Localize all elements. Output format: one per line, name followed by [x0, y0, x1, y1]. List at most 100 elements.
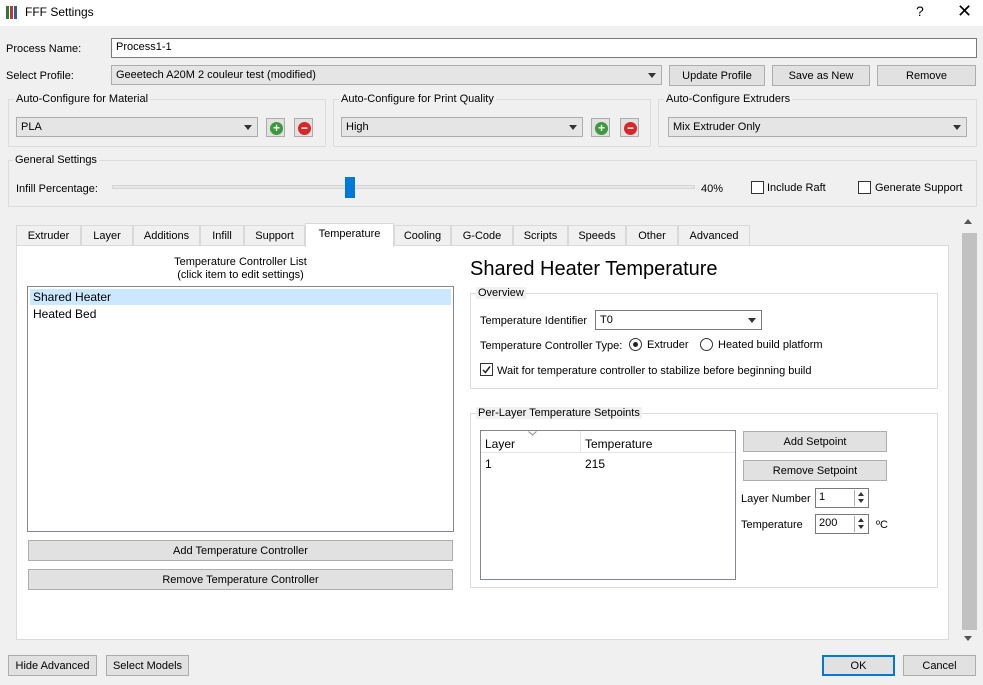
list-item[interactable]: Shared Heater: [30, 289, 451, 305]
setpoints-title: Per-Layer Temperature Setpoints: [476, 407, 642, 419]
minus-icon: −: [624, 122, 637, 135]
temperature-identifier-dropdown[interactable]: T0: [595, 310, 762, 330]
extruder-radio[interactable]: [629, 338, 642, 351]
remove-material-button[interactable]: −: [294, 118, 313, 137]
tab-layer[interactable]: Layer: [81, 225, 133, 246]
quality-value: High: [346, 121, 369, 133]
save-as-new-button[interactable]: Save as New: [772, 65, 870, 86]
remove-quality-button[interactable]: −: [620, 118, 639, 137]
scroll-down-icon[interactable]: [964, 636, 972, 641]
layer-number-label: Layer Number: [741, 493, 811, 505]
ok-button[interactable]: OK: [822, 655, 895, 676]
remove-setpoint-button[interactable]: Remove Setpoint: [743, 460, 887, 481]
temperature-unit: ºC: [876, 519, 888, 531]
help-icon[interactable]: ?: [916, 3, 924, 19]
window-title: FFF Settings: [25, 5, 94, 19]
tab-advanced[interactable]: Advanced: [678, 225, 750, 246]
overview-title: Overview: [476, 287, 526, 299]
tab-additions[interactable]: Additions: [133, 225, 200, 246]
tab-infill[interactable]: Infill: [200, 225, 244, 246]
app-icon: [6, 6, 17, 19]
layer-number-value: 1: [819, 491, 826, 503]
list-item[interactable]: Heated Bed: [30, 306, 451, 322]
layer-number-spinbox[interactable]: 1: [815, 488, 869, 508]
tab-support[interactable]: Support: [244, 225, 305, 246]
spin-up-icon[interactable]: [854, 516, 867, 524]
tab-speeds[interactable]: Speeds: [568, 225, 626, 246]
wait-stabilize-label: Wait for temperature controller to stabi…: [497, 365, 812, 377]
select-models-button[interactable]: Select Models: [106, 655, 189, 676]
title-bar: FFF Settings ? ✕: [0, 0, 983, 26]
heated-platform-radio[interactable]: [700, 338, 713, 351]
tab-temperature[interactable]: Temperature: [305, 223, 394, 247]
column-header-temperature[interactable]: Temperature: [585, 437, 652, 451]
temperature-identifier-label: Temperature Identifier: [480, 315, 587, 327]
extruders-dropdown[interactable]: Mix Extruder Only: [668, 117, 967, 137]
process-name-label: Process Name:: [6, 43, 82, 55]
controller-list[interactable]: Shared Heater Heated Bed: [27, 286, 454, 532]
tab-cooling[interactable]: Cooling: [394, 225, 451, 246]
spin-up-icon[interactable]: [854, 490, 867, 498]
column-header-layer[interactable]: Layer: [485, 437, 515, 451]
cancel-button[interactable]: Cancel: [903, 655, 976, 676]
infill-value: 40%: [701, 183, 724, 195]
chevron-down-icon: [648, 73, 656, 78]
close-icon[interactable]: ✕: [957, 1, 972, 22]
material-value: PLA: [21, 121, 42, 133]
generate-support-checkbox[interactable]: [858, 181, 871, 194]
table-cell-temperature[interactable]: 215: [585, 457, 605, 471]
chevron-down-icon: [748, 318, 756, 323]
scroll-up-icon[interactable]: [964, 219, 972, 224]
remove-profile-button[interactable]: Remove: [877, 65, 976, 86]
controller-list-subheading: (click item to edit settings): [177, 269, 304, 281]
setpoint-temperature-spinbox[interactable]: 200: [815, 514, 869, 534]
wait-stabilize-checkbox[interactable]: [480, 363, 493, 376]
extruder-radio-label: Extruder: [647, 339, 689, 351]
profile-dropdown[interactable]: Geeetech A20M 2 couleur test (modified): [111, 65, 662, 85]
infill-slider-thumb[interactable]: [345, 177, 355, 198]
add-material-button[interactable]: +: [266, 118, 285, 137]
heated-platform-radio-label: Heated build platform: [718, 339, 823, 351]
scrollbar-thumb[interactable]: [962, 233, 977, 630]
plus-icon: +: [270, 122, 283, 135]
controller-list-heading: Temperature Controller List: [174, 256, 307, 268]
profile-value: Geeetech A20M 2 couleur test (modified): [116, 69, 316, 81]
infill-slider-track[interactable]: [112, 185, 695, 189]
temperature-identifier-value: T0: [600, 314, 613, 326]
quality-dropdown[interactable]: High: [341, 117, 583, 137]
table-cell-layer[interactable]: 1: [485, 457, 492, 471]
material-dropdown[interactable]: PLA: [16, 117, 258, 137]
hide-advanced-button[interactable]: Hide Advanced: [8, 655, 97, 676]
chevron-down-icon: [953, 125, 961, 130]
quality-group-title: Auto-Configure for Print Quality: [339, 93, 496, 105]
tab-extruder[interactable]: Extruder: [16, 225, 81, 246]
chevron-down-icon: [244, 125, 252, 130]
remove-temperature-controller-button[interactable]: Remove Temperature Controller: [28, 569, 453, 590]
process-name-input[interactable]: Process1-1: [111, 38, 977, 58]
column-divider: [580, 431, 581, 453]
material-group-title: Auto-Configure for Material: [14, 93, 151, 105]
extruders-group-title: Auto-Configure Extruders: [664, 93, 793, 105]
tab-gcode[interactable]: G-Code: [451, 225, 513, 246]
setpoint-temperature-value: 200: [819, 517, 838, 529]
infill-label: Infill Percentage:: [16, 183, 98, 195]
include-raft-label: Include Raft: [767, 182, 826, 194]
detail-title: Shared Heater Temperature: [470, 258, 718, 280]
spin-down-icon[interactable]: [854, 498, 867, 506]
chevron-down-icon: [569, 125, 577, 130]
add-setpoint-button[interactable]: Add Setpoint: [743, 431, 887, 452]
general-settings-title: General Settings: [13, 154, 99, 166]
general-settings-group: [8, 160, 977, 207]
extruders-value: Mix Extruder Only: [673, 121, 761, 133]
include-raft-checkbox[interactable]: [751, 181, 764, 194]
setpoints-table[interactable]: Layer Temperature 1 215: [480, 430, 736, 580]
update-profile-button[interactable]: Update Profile: [669, 65, 765, 86]
add-quality-button[interactable]: +: [591, 118, 610, 137]
tab-other[interactable]: Other: [626, 225, 678, 246]
controller-type-label: Temperature Controller Type:: [480, 340, 623, 352]
generate-support-label: Generate Support: [875, 182, 963, 194]
checkmark-icon: [482, 366, 491, 374]
spin-down-icon[interactable]: [854, 524, 867, 532]
add-temperature-controller-button[interactable]: Add Temperature Controller: [28, 540, 453, 561]
tab-scripts[interactable]: Scripts: [513, 225, 568, 246]
